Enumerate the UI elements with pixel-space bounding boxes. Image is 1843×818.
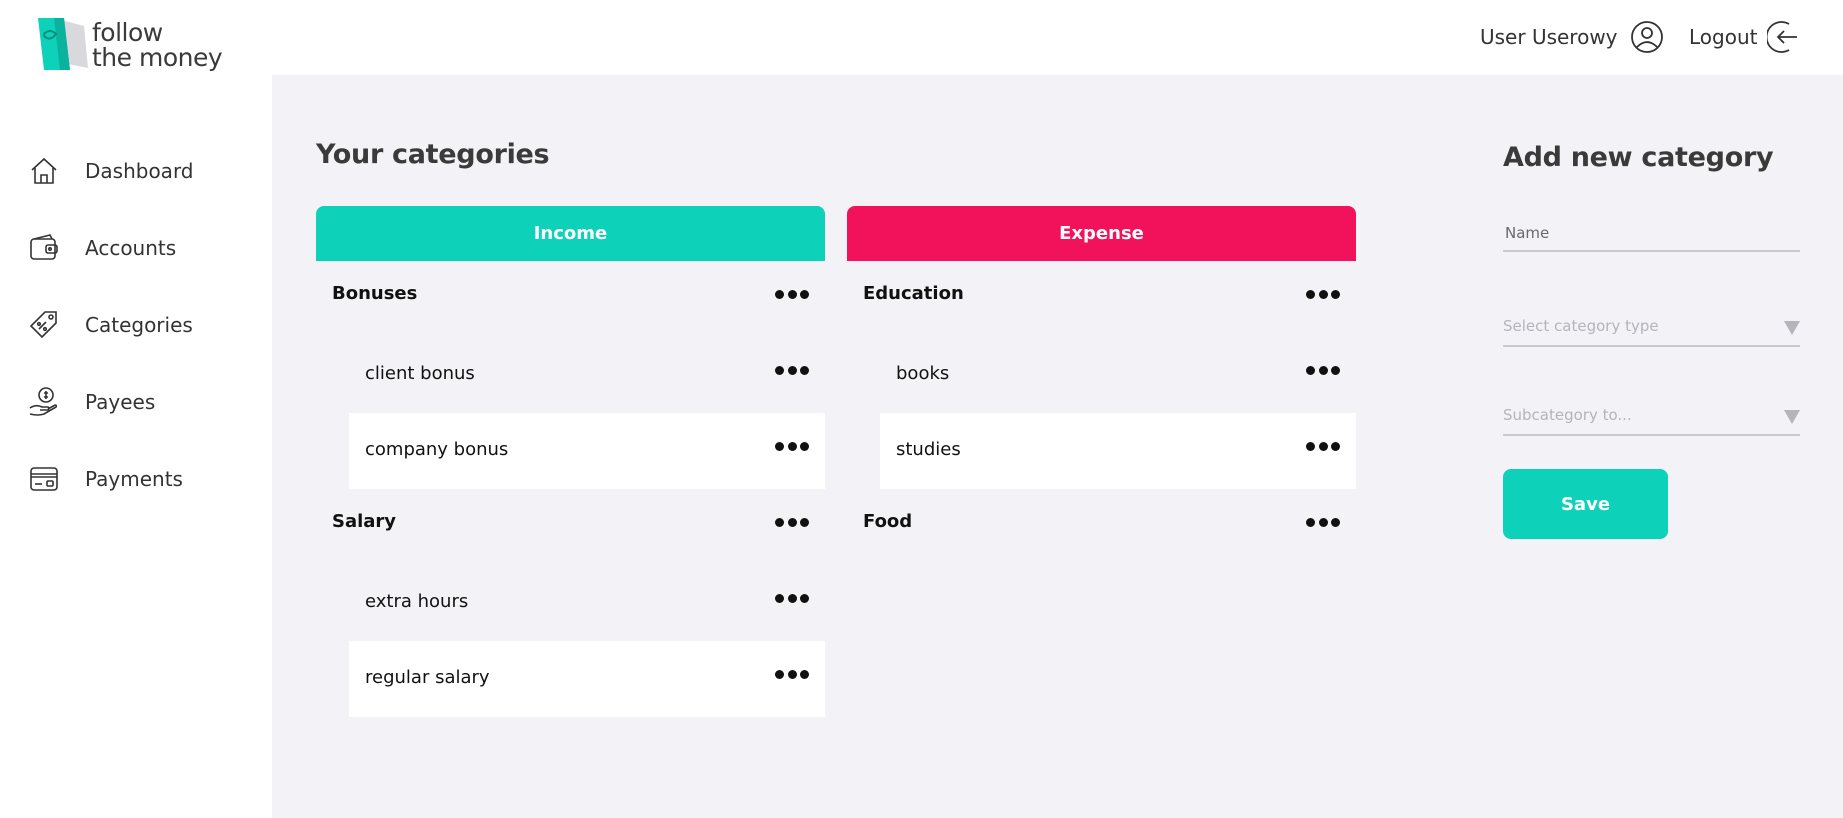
more-options-icon[interactable] (1306, 363, 1340, 377)
subcategory-row-company-bonus[interactable]: company bonus (349, 413, 825, 489)
category-row-education[interactable]: Education (847, 261, 1356, 337)
subcategory-row-client-bonus[interactable]: client bonus (349, 337, 825, 413)
more-options-icon[interactable] (775, 287, 809, 301)
income-header-label: Income (533, 223, 608, 244)
expense-column: Expense Education books studies Food (847, 206, 1356, 565)
dropdown-arrow-icon (1784, 410, 1800, 424)
expense-header-label: Expense (1059, 223, 1144, 244)
sidebar-item-label: Dashboard (85, 159, 194, 183)
more-options-icon[interactable] (1306, 287, 1340, 301)
logout-button[interactable]: Logout (1689, 19, 1801, 55)
income-column: Income Bonuses client bonus company bonu… (316, 206, 825, 717)
more-options-icon[interactable] (775, 591, 809, 605)
sidebar-item-dashboard[interactable]: Dashboard (0, 135, 272, 212)
subcategory-name: extra hours (365, 591, 469, 612)
more-options-icon[interactable] (775, 363, 809, 377)
subcategory-name: client bonus (365, 363, 475, 384)
dropdown-arrow-icon (1784, 321, 1800, 335)
subcategory-row-regular-salary[interactable]: regular salary (349, 641, 825, 717)
subcategory-placeholder: Subcategory to... (1503, 406, 1632, 424)
logout-label: Logout (1689, 25, 1758, 49)
user-menu[interactable]: User Userowy (1480, 19, 1664, 55)
logo-line-2: the money (92, 43, 223, 72)
sidebar-nav: Dashboard Accounts Categories Payees Pay… (0, 135, 272, 520)
category-type-select[interactable]: Select category type (1503, 307, 1800, 347)
sidebar-item-label: Accounts (85, 236, 177, 260)
subcategory-name: studies (896, 439, 961, 460)
category-name: Education (863, 283, 964, 304)
more-options-icon[interactable] (775, 439, 809, 453)
more-options-icon[interactable] (1306, 439, 1340, 453)
sidebar-item-label: Payees (85, 390, 156, 414)
tab-income[interactable]: Income (316, 206, 825, 261)
sidebar-item-payees[interactable]: Payees (0, 366, 272, 443)
sidebar-item-accounts[interactable]: Accounts (0, 212, 272, 289)
form-title: Add new category (1503, 142, 1774, 173)
top-bar: User Userowy Logout (272, 0, 1843, 75)
category-type-placeholder: Select category type (1503, 317, 1659, 335)
category-row-salary[interactable]: Salary (316, 489, 825, 565)
logo-mark-icon (38, 18, 88, 70)
subcategory-name: company bonus (365, 439, 509, 460)
tab-expense[interactable]: Expense (847, 206, 1356, 261)
card-icon (30, 467, 58, 491)
category-row-food[interactable]: Food (847, 489, 1356, 565)
subcategory-row-extra-hours[interactable]: extra hours (349, 565, 825, 641)
logout-icon (1767, 21, 1798, 53)
subcategory-select[interactable]: Subcategory to... (1503, 396, 1800, 436)
category-name: Bonuses (332, 283, 418, 304)
subcategory-name: books (896, 363, 950, 384)
wallet-icon (30, 234, 58, 260)
category-name: Food (863, 511, 913, 532)
home-icon (31, 157, 57, 184)
page-title: Your categories (316, 139, 550, 170)
category-name: Salary (332, 511, 397, 532)
name-input[interactable] (1503, 224, 1800, 250)
sidebar-item-payments[interactable]: Payments (0, 443, 272, 520)
more-options-icon[interactable] (1306, 515, 1340, 529)
user-name: User Userowy (1480, 25, 1618, 49)
more-options-icon[interactable] (775, 515, 809, 529)
logo-line-1: follow (92, 18, 163, 47)
logo-text: follow the money (92, 18, 223, 72)
more-options-icon[interactable] (775, 667, 809, 681)
save-button[interactable]: Save (1503, 469, 1668, 539)
subcategory-name: regular salary (365, 667, 490, 688)
sidebar-item-label: Payments (85, 467, 183, 491)
sidebar-item-label: Categories (85, 313, 193, 337)
sidebar-item-categories[interactable]: Categories (0, 289, 272, 366)
subcategory-row-studies[interactable]: studies (880, 413, 1356, 489)
subcategory-row-books[interactable]: books (880, 337, 1356, 413)
hand-coin-icon (29, 387, 58, 416)
category-row-bonuses[interactable]: Bonuses (316, 261, 825, 337)
sidebar: follow the money Dashboard Accounts Cate… (0, 0, 272, 818)
brand-logo[interactable]: follow the money (36, 14, 236, 78)
tag-icon (29, 311, 57, 339)
user-avatar-icon (1630, 21, 1663, 53)
name-field (1503, 223, 1800, 252)
